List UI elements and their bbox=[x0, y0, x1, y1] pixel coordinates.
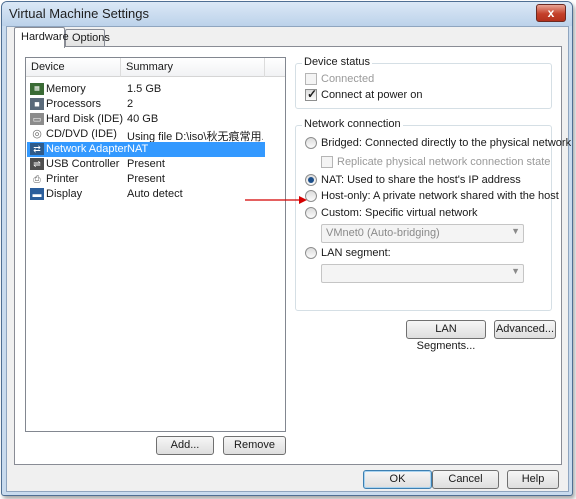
lan-segment-label: LAN segment: bbox=[321, 247, 391, 259]
chevron-down-icon: ▼ bbox=[511, 226, 520, 236]
device-name: CD/DVD (IDE) bbox=[46, 128, 117, 140]
custom-network-select[interactable]: VMnet0 (Auto-bridging) ▼ bbox=[321, 224, 524, 243]
device-summary: Present bbox=[127, 173, 165, 185]
connect-at-power-on-label: Connect at power on bbox=[321, 89, 423, 101]
annotation-arrow-icon bbox=[245, 196, 307, 204]
device-row-printer[interactable]: ⎙ Printer Present bbox=[27, 172, 265, 187]
network-connection-group: Network connection Bridged: Connected di… bbox=[295, 118, 571, 311]
device-name: Network Adapter bbox=[46, 143, 128, 155]
network-adapter-icon: ⇄ bbox=[30, 143, 44, 155]
remove-button[interactable]: Remove bbox=[223, 436, 286, 455]
bridged-label: Bridged: Connected directly to the physi… bbox=[321, 137, 572, 149]
device-list[interactable]: Device Summary ▦ Memory 1.5 GB ■ Process… bbox=[25, 57, 286, 432]
dialog-client-area: Hardware Options Device Summary ▦ Memory… bbox=[6, 26, 571, 492]
connected-label: Connected bbox=[321, 73, 375, 85]
chevron-down-icon: ▼ bbox=[511, 266, 520, 276]
device-name: USB Controller bbox=[46, 158, 120, 170]
device-row-display[interactable]: ▬ Display Auto detect bbox=[27, 187, 265, 202]
cd-dvd-icon: ◎ bbox=[32, 128, 42, 140]
printer-icon: ⎙ bbox=[33, 174, 41, 184]
lan-segment-select[interactable]: ▼ bbox=[321, 264, 524, 283]
hard-disk-icon: ▭ bbox=[30, 113, 44, 125]
device-name: Hard Disk (IDE) bbox=[46, 113, 124, 125]
lan-segment-radio[interactable] bbox=[305, 247, 317, 259]
nat-radio[interactable] bbox=[305, 174, 317, 186]
dialog-window: Virtual Machine Settings x Hardware Opti… bbox=[1, 1, 573, 496]
device-row-processors[interactable]: ■ Processors 2 bbox=[27, 97, 265, 112]
column-header-summary[interactable]: Summary bbox=[126, 61, 173, 77]
close-button[interactable]: x bbox=[536, 4, 566, 22]
network-connection-title: Network connection bbox=[302, 118, 403, 130]
checkmark-icon: ✓ bbox=[307, 87, 318, 101]
connected-checkbox[interactable] bbox=[305, 73, 317, 85]
tab-options-label: Options bbox=[72, 32, 110, 44]
tab-options[interactable]: Options bbox=[65, 29, 110, 46]
column-separator[interactable] bbox=[264, 58, 265, 77]
hardware-tab-panel: Device Summary ▦ Memory 1.5 GB ■ Process… bbox=[14, 46, 571, 465]
device-row-hard-disk[interactable]: ▭ Hard Disk (IDE) 40 GB bbox=[27, 112, 265, 127]
usb-controller-icon: ⇌ bbox=[30, 158, 44, 170]
device-status-title: Device status bbox=[302, 56, 373, 68]
host-only-label: Host-only: A private network shared with… bbox=[321, 190, 559, 202]
nat-label: NAT: Used to share the host's IP address bbox=[321, 174, 521, 186]
replicate-checkbox[interactable] bbox=[321, 156, 333, 168]
add-button[interactable]: Add... bbox=[156, 436, 214, 455]
lan-segments-button[interactable]: LAN Segments... bbox=[406, 320, 486, 352]
device-status-group: Device status Connected ✓ Connect at pow… bbox=[295, 56, 552, 109]
device-row-cd-dvd[interactable]: ◎ CD/DVD (IDE) Using file D:\iso\秋无痕常用..… bbox=[27, 127, 265, 143]
column-header-device[interactable]: Device bbox=[31, 61, 65, 77]
device-summary: 40 GB bbox=[127, 113, 159, 125]
advanced-button[interactable]: Advanced... bbox=[494, 320, 556, 339]
device-summary: 1.5 GB bbox=[127, 83, 162, 95]
device-name: Display bbox=[46, 188, 83, 200]
close-icon: x bbox=[547, 6, 555, 20]
custom-label: Custom: Specific virtual network bbox=[321, 207, 478, 219]
device-row-network-adapter[interactable]: ⇄ Network Adapter NAT bbox=[27, 142, 265, 157]
device-summary: NAT bbox=[127, 143, 149, 155]
device-row-memory[interactable]: ▦ Memory 1.5 GB bbox=[27, 82, 265, 97]
window-title: Virtual Machine Settings bbox=[9, 6, 149, 21]
cancel-button[interactable]: Cancel bbox=[432, 470, 499, 489]
bridged-radio[interactable] bbox=[305, 137, 317, 149]
device-row-usb-controller[interactable]: ⇌ USB Controller Present bbox=[27, 157, 265, 172]
column-separator[interactable] bbox=[120, 58, 121, 77]
device-list-header: Device Summary bbox=[26, 58, 285, 77]
device-name: Printer bbox=[46, 173, 79, 185]
ok-button[interactable]: OK bbox=[363, 470, 432, 489]
tab-hardware-label: Hardware bbox=[21, 31, 69, 43]
help-button[interactable]: Help bbox=[507, 470, 559, 489]
title-bar[interactable]: Virtual Machine Settings x bbox=[2, 2, 572, 26]
display-icon: ▬ bbox=[30, 188, 44, 200]
custom-radio[interactable] bbox=[305, 207, 317, 219]
custom-network-value: VMnet0 (Auto-bridging) bbox=[326, 227, 440, 239]
device-summary: Present bbox=[127, 158, 165, 170]
device-summary: Auto detect bbox=[127, 188, 183, 200]
processor-icon: ■ bbox=[30, 98, 44, 110]
memory-icon: ▦ bbox=[30, 83, 44, 95]
replicate-label: Replicate physical network connection st… bbox=[337, 156, 551, 168]
connect-at-power-on-checkbox[interactable]: ✓ bbox=[305, 87, 318, 101]
device-name: Processors bbox=[46, 98, 102, 110]
device-name: Memory bbox=[46, 83, 86, 95]
tab-hardware[interactable]: Hardware bbox=[14, 27, 69, 48]
radio-selected-dot bbox=[308, 177, 314, 183]
device-summary: 2 bbox=[127, 98, 134, 110]
